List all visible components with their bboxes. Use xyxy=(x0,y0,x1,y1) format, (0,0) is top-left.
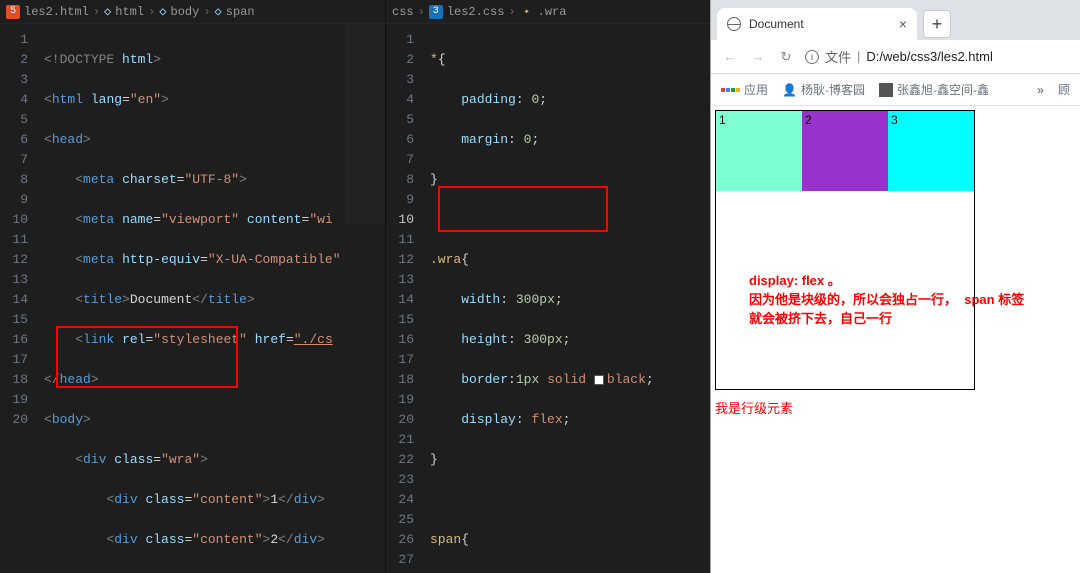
flex-item: 1 xyxy=(716,111,802,191)
html5-icon: 5 xyxy=(6,5,20,19)
url-scheme-label: 文件 xyxy=(825,47,851,66)
bookmark-item[interactable]: 👤 杨耿-博客园 xyxy=(782,81,865,98)
breadcrumb-item[interactable]: html xyxy=(115,5,144,19)
breadcrumb-file[interactable]: les2.html xyxy=(24,5,89,19)
breadcrumb-item[interactable]: body xyxy=(171,5,200,19)
line-gutter: 12345 678910 1112131415 1617181920 xyxy=(0,24,36,573)
cell-label: 3 xyxy=(891,113,898,127)
breadcrumb-folder[interactable]: css xyxy=(392,5,414,19)
breadcrumb-selector[interactable]: .wra xyxy=(538,5,567,19)
css3-icon: 3 xyxy=(429,5,443,19)
chevron-right-icon: › xyxy=(148,5,155,19)
back-button[interactable]: ← xyxy=(721,49,739,64)
breadcrumb-html: 5 les2.html › ◇ html › ◇ body › ◇ span xyxy=(0,0,385,24)
close-icon[interactable]: × xyxy=(899,16,907,32)
selector-icon: ✦ xyxy=(520,5,534,19)
annotation-line: 因为他是块级的，所以会独占一行， xyxy=(749,292,957,307)
browser-tabstrip: Document × + xyxy=(711,0,1080,40)
flex-item: 3 xyxy=(888,111,974,191)
bookmark-item[interactable]: 张鑫旭-鑫空间-鑫 xyxy=(879,81,989,98)
globe-icon xyxy=(727,17,741,31)
apps-button[interactable]: 应用 xyxy=(721,81,768,98)
flex-container: 1 2 3 xyxy=(715,110,975,390)
cell-label: 2 xyxy=(805,113,812,127)
chevron-right-icon: › xyxy=(508,5,515,19)
bookmark-label: 杨耿-博客园 xyxy=(801,81,865,98)
annotation-text: display: flex 。 因为他是块级的，所以会独占一行， span 标签… xyxy=(749,270,1024,327)
person-icon: 👤 xyxy=(782,83,797,97)
apps-label: 应用 xyxy=(744,81,768,98)
reload-button[interactable]: ↻ xyxy=(777,49,795,65)
browser-tab[interactable]: Document × xyxy=(717,8,917,40)
forward-button[interactable]: → xyxy=(749,49,767,64)
bookmark-label: 张鑫旭-鑫空间-鑫 xyxy=(897,81,989,98)
annotation-line: span 标签 xyxy=(964,292,1024,307)
code-editor-html[interactable]: 12345 678910 1112131415 1617181920 <!DOC… xyxy=(0,24,385,573)
breadcrumb-file[interactable]: les2.css xyxy=(447,5,505,19)
chevron-right-icon: › xyxy=(203,5,210,19)
code-area[interactable]: <!DOCTYPE html> <html lang="en"> <head> … xyxy=(36,24,385,573)
annotation-line: 就会被挤下去，自己一行 xyxy=(749,308,1024,327)
color-swatch-icon xyxy=(594,375,604,385)
flex-item: 2 xyxy=(802,111,888,191)
annotation-line: display: flex 。 xyxy=(749,270,1024,289)
cell-label: 1 xyxy=(719,113,726,127)
span-output: 我是行级元素 xyxy=(715,398,1076,417)
code-editor-css[interactable]: 12345 678910 1112131415 1617181920 21222… xyxy=(386,24,710,573)
line-gutter: 12345 678910 1112131415 1617181920 21222… xyxy=(386,24,422,573)
new-tab-button[interactable]: + xyxy=(923,10,951,38)
editor-pane-html: 5 les2.html › ◇ html › ◇ body › ◇ span 1… xyxy=(0,0,385,573)
editor-pane-css: css › 3 les2.css › ✦ .wra 12345 678910 1… xyxy=(385,0,710,573)
breadcrumb-css: css › 3 les2.css › ✦ .wra xyxy=(386,0,710,24)
tab-title: Document xyxy=(749,17,804,31)
info-icon[interactable]: i xyxy=(805,50,819,64)
overflow-chevron-icon[interactable]: » xyxy=(1037,83,1044,97)
rendered-page: 1 2 3 display: flex 。 因为他是块级的，所以会独占一行， s… xyxy=(711,106,1080,421)
bookmark-favicon xyxy=(879,83,893,97)
chevron-right-icon: › xyxy=(418,5,425,19)
browser-pane: Document × + ← → ↻ i 文件 | D:/web/css3/le… xyxy=(710,0,1080,573)
bookmark-label[interactable]: 顾 xyxy=(1058,81,1070,98)
code-area[interactable]: *{ padding: 0; margin: 0; } .wra{ width:… xyxy=(422,24,710,573)
breadcrumb-item[interactable]: span xyxy=(226,5,255,19)
browser-toolbar: ← → ↻ i 文件 | D:/web/css3/les2.html xyxy=(711,40,1080,74)
bookmark-bar: 应用 👤 杨耿-博客园 张鑫旭-鑫空间-鑫 » 顾 xyxy=(711,74,1080,106)
chevron-right-icon: › xyxy=(93,5,100,19)
address-bar[interactable]: i 文件 | D:/web/css3/les2.html xyxy=(805,47,1070,66)
url-text: D:/web/css3/les2.html xyxy=(866,49,992,64)
minimap[interactable] xyxy=(345,24,385,224)
